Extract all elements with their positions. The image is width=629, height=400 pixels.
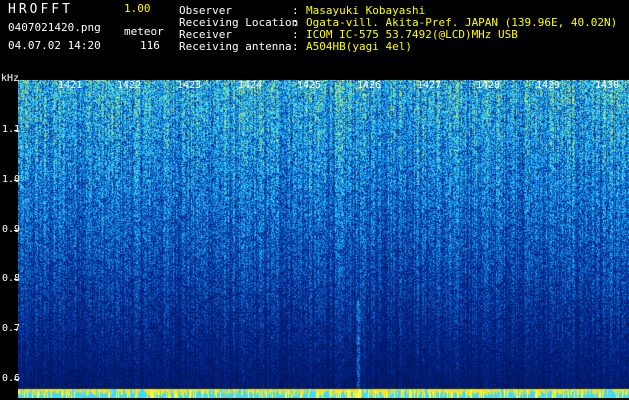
info-label-location: Receiving Location: [179, 16, 299, 29]
mode-label: meteor: [124, 25, 164, 38]
x-tick-label: 1426: [357, 80, 382, 91]
spectrogram[interactable]: [18, 80, 629, 398]
meteor-count: 116: [140, 39, 160, 52]
info-value-location: Ogata-vill. Akita-Pref. JAPAN (139.96E, …: [306, 16, 618, 29]
x-tick-label: 1422: [117, 80, 142, 91]
x-tick-label: 1427: [417, 80, 442, 91]
info-sep: :: [292, 40, 299, 53]
y-tick-mark: [14, 130, 18, 131]
info-sep: :: [292, 16, 299, 29]
x-tick-label: 1429: [536, 80, 561, 91]
x-tick-label: 1424: [238, 80, 263, 91]
y-tick-mark: [14, 180, 18, 181]
file-name: 0407021420.png: [8, 21, 101, 34]
y-axis-unit: kHz: [1, 73, 20, 84]
info-value-receiver: ICOM IC-575 53.7492(@LCD)MHz USB: [306, 28, 518, 41]
y-tick-mark: [14, 379, 18, 380]
app-version: 1.00: [124, 2, 151, 15]
info-value-observer: Masayuki Kobayashi: [306, 4, 426, 17]
info-sep: :: [292, 28, 299, 41]
x-tick-label: 1430: [595, 80, 620, 91]
app-title: HROFFT: [8, 2, 73, 17]
info-value-antenna: A504HB(yagi 4el): [306, 40, 412, 53]
info-label-antenna: Receiving antenna: [179, 40, 292, 53]
y-tick-mark: [14, 230, 18, 231]
x-tick-label: 1425: [297, 80, 322, 91]
info-label-observer: Observer: [179, 4, 232, 17]
capture-datetime: 04.07.02 14:20: [8, 39, 101, 52]
x-tick-label: 1421: [58, 80, 83, 91]
info-label-receiver: Receiver: [179, 28, 232, 41]
x-tick-label: 1428: [476, 80, 501, 91]
info-sep: :: [292, 4, 299, 17]
y-tick-mark: [14, 329, 18, 330]
x-tick-label: 1423: [177, 80, 202, 91]
hrofft-window: HROFFT 1.00 0407021420.png 04.07.02 14:2…: [0, 0, 629, 400]
y-tick-mark: [14, 279, 18, 280]
